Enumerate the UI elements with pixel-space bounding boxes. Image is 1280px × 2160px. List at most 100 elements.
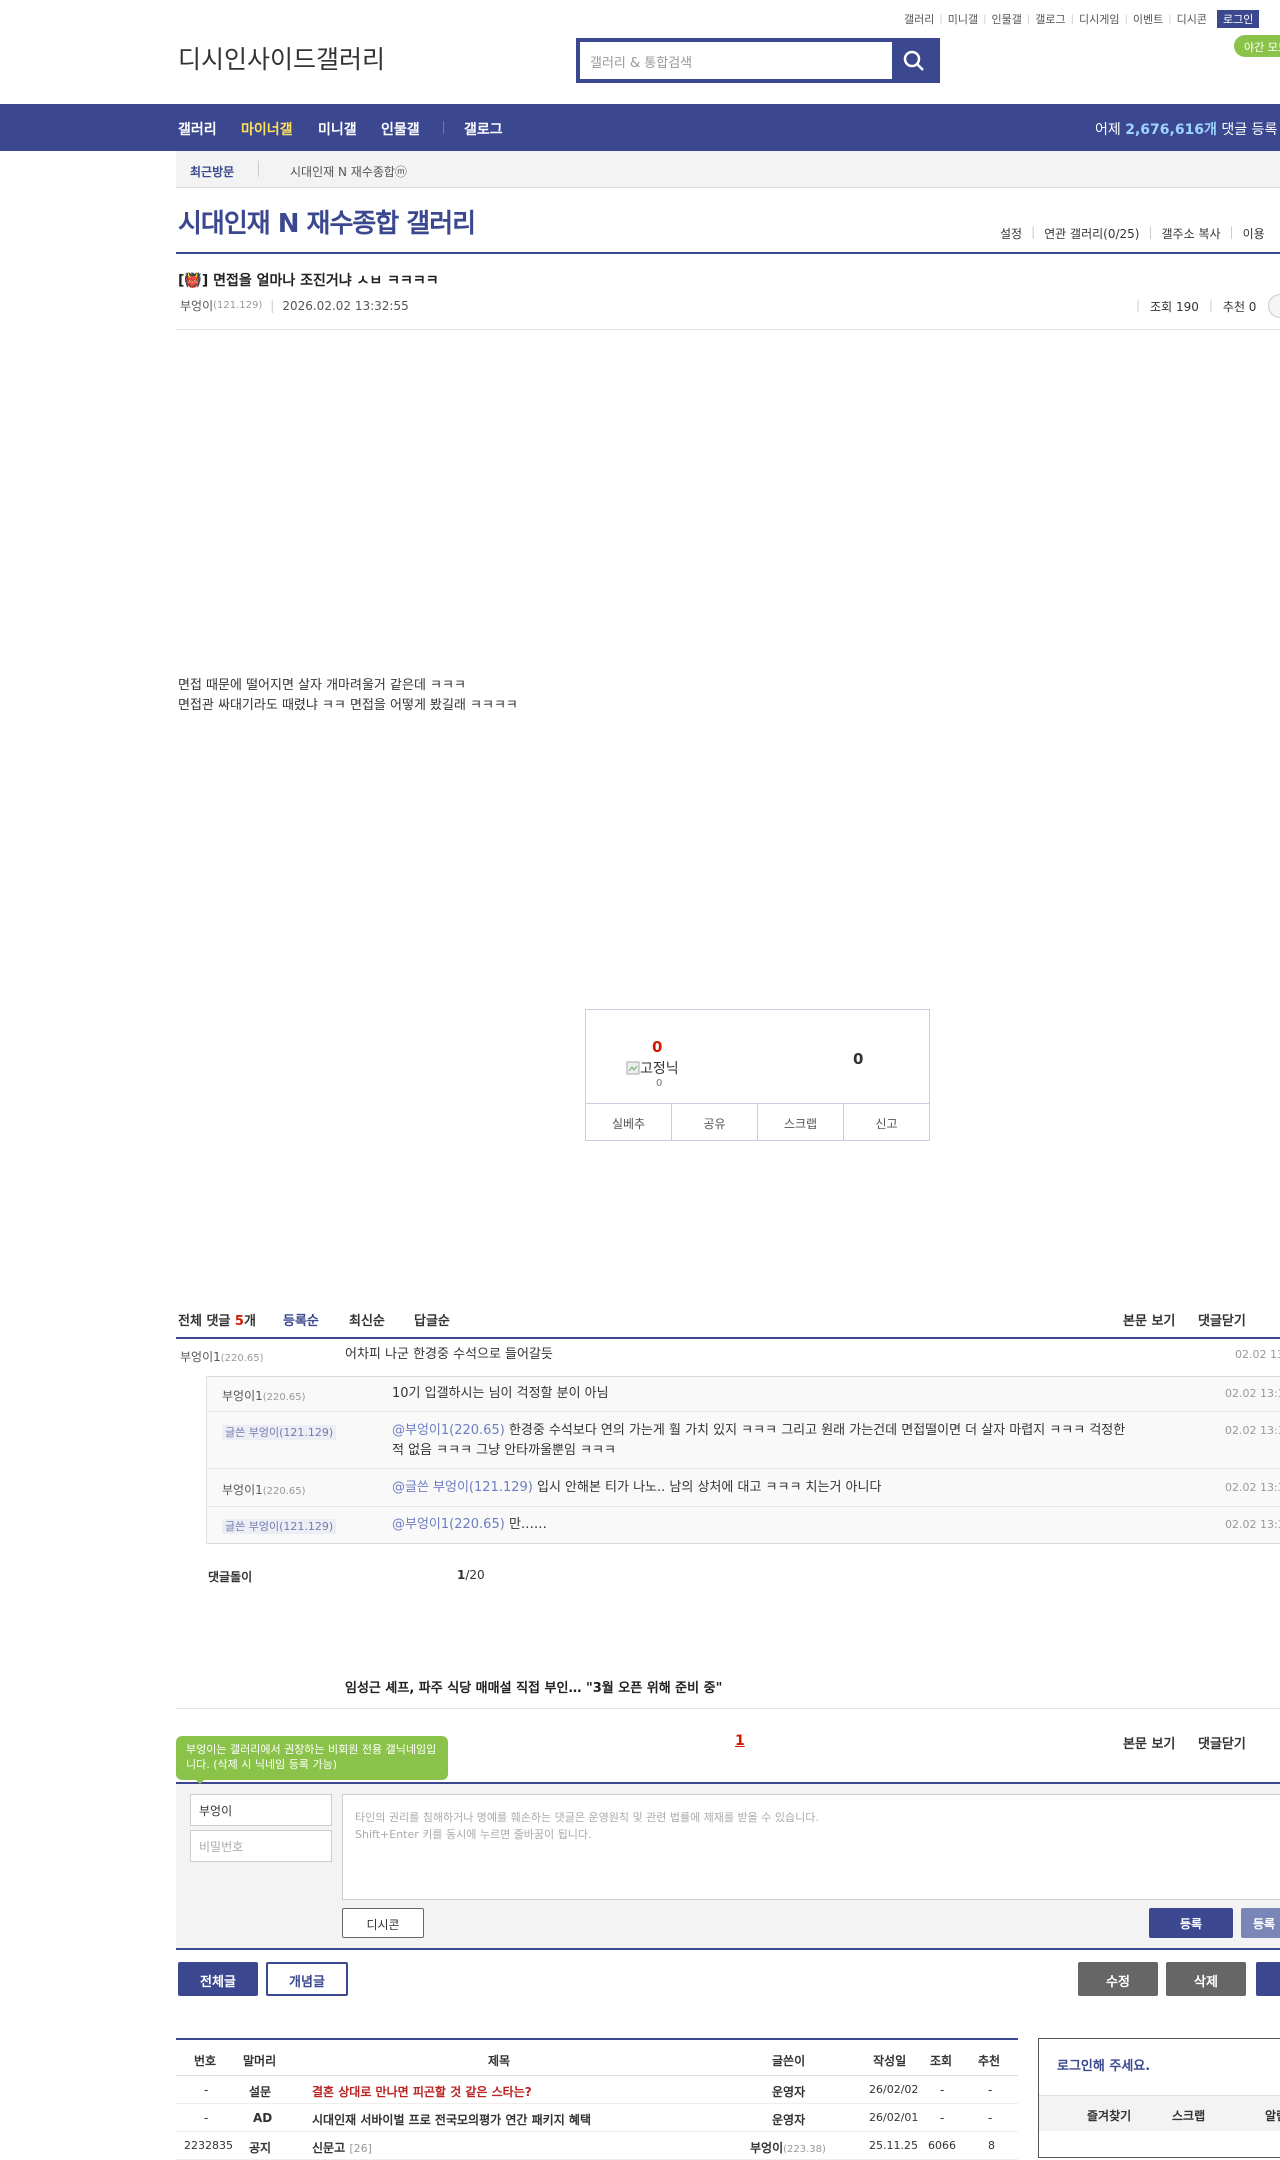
util-link-event[interactable]: 이벤트 [1133, 11, 1163, 27]
related-galleries[interactable]: 연관 갤러리(0/25) [1044, 225, 1139, 242]
recommend-down-count[interactable]: 0 [853, 1050, 863, 1068]
row-head: 설문 [249, 2085, 272, 2099]
row-title[interactable]: 결혼 상대로 만나면 피곤할 것 같은 스타는? [312, 2083, 532, 2100]
recommend-up-count[interactable]: 0 [652, 1038, 662, 1056]
search-input[interactable]: 갤러리 & 통합검색 [590, 52, 692, 71]
close-comments-link[interactable]: 댓글닫기 [1198, 1310, 1246, 1329]
fixed-nick-recommend[interactable]: 고정닉 [626, 1058, 679, 1078]
notify-link[interactable]: 알림 [1265, 2107, 1280, 2124]
sort-latest[interactable]: 최신순 [349, 1310, 385, 1329]
reply-date: 02.02 13:3 [1225, 1424, 1280, 1437]
share-button[interactable]: 공유 [672, 1104, 758, 1141]
stat-prefix: 어제 [1095, 122, 1121, 138]
page-number-1[interactable]: 1 [735, 1733, 745, 1749]
post-list: 번호 말머리 제목 글쓴이 작성일 조회 추천 - 설문 결혼 상대로 만나면 … [176, 2038, 1018, 2160]
post-date: 2026.02.02 13:32:55 [282, 298, 409, 313]
report-button[interactable]: 신고 [844, 1104, 929, 1141]
dccon-button[interactable]: 디시콘 [342, 1908, 424, 1938]
gallery-settings[interactable]: 설정 [1000, 225, 1022, 242]
util-link-minor[interactable]: 미니갤 [948, 11, 978, 27]
reply-author-ip: (121.129) [279, 1520, 334, 1533]
search-button[interactable] [892, 42, 936, 79]
reply-author[interactable]: 부엉이1(220.65) [222, 1481, 306, 1498]
table-row[interactable]: - 설문 결혼 상대로 만나면 피곤할 것 같은 스타는? 운영자 26/02/… [176, 2076, 1018, 2104]
fixed-nick-count: 0 [656, 1078, 663, 1089]
post-author[interactable]: 부엉이 [180, 297, 213, 314]
comment-textarea[interactable]: 타인의 권리를 침해하거나 명예를 훼손하는 댓글은 운영원칙 및 관련 법률에… [342, 1794, 1280, 1900]
row-title[interactable]: 신문고 [26] [312, 2139, 372, 2156]
row-no: - [204, 2083, 209, 2097]
name-input[interactable]: 부엉이 [190, 1794, 332, 1826]
sort-register[interactable]: 등록순 [283, 1310, 319, 1329]
recent-gallery-link[interactable]: 시대인재 N 재수종합ⓜ [290, 163, 407, 180]
news-headline[interactable]: 임성근 셰프, 파주 식당 매매설 직접 부인… "3월 오픈 위해 준비 중" [345, 1677, 722, 1696]
recent-visits: 최근방문 시대인재 N 재수종합ⓜ [176, 151, 1280, 188]
scrap-link[interactable]: 스크랩 [1172, 2107, 1205, 2124]
reply-author[interactable]: 부엉이1(220.65) [222, 1387, 306, 1404]
favorites-link[interactable]: 즐겨찾기 [1087, 2107, 1131, 2124]
copy-address[interactable]: 갤주소 복사 [1162, 225, 1221, 242]
gallery-usage[interactable]: 이용 [1243, 225, 1265, 242]
col-views: 조회 [930, 2054, 953, 2068]
row-views: - [940, 2083, 945, 2097]
nav-gallog[interactable]: 갤로그 [464, 119, 503, 139]
concept-posts-button[interactable]: 개념글 [266, 1962, 348, 1996]
reply-mention[interactable]: @부엉이1(220.65) [392, 1423, 505, 1438]
login-button[interactable]: 로그인 [1216, 10, 1260, 28]
sort-reply[interactable]: 답글순 [414, 1310, 450, 1329]
comment-author-ip: (220.65) [220, 1353, 264, 1364]
reply-author[interactable]: 글쓴 부엉이(121.129) [222, 1518, 337, 1534]
post-stats: | 조회 190 | 추천 0 [1136, 298, 1257, 314]
all-posts-button[interactable]: 전체글 [178, 1962, 258, 1996]
night-mode-toggle[interactable]: 야간 모드 [1234, 35, 1280, 57]
util-link-gallog[interactable]: 갤로그 [1035, 11, 1065, 27]
post-body-line: 면접관 싸대기라도 때렸냐 ㅋㅋ 면접을 어떻게 봤길래 ㅋㅋㅋㅋ [178, 698, 518, 713]
row-date: 26/02/01 [869, 2111, 919, 2124]
reply-mention[interactable]: @글쓴 부엉이(121.129) [392, 1480, 533, 1495]
reply-divider [207, 1506, 1280, 1507]
password-input[interactable]: 비밀번호 [190, 1830, 332, 1862]
row-title[interactable]: 시대인재 서바이벌 프로 전국모의평가 연간 패키지 혜택 [312, 2111, 591, 2128]
nav-gallery[interactable]: 갤러리 [178, 119, 217, 139]
submit-recommend-button[interactable]: 등록 [1241, 1908, 1280, 1938]
comment-total-label: 전체 댓글 [178, 1314, 231, 1329]
reply-author-name: 글쓴 부엉이 [225, 1520, 280, 1533]
broken-image-icon [626, 1061, 640, 1075]
reply-author-ip: (220.65) [262, 1486, 306, 1497]
table-row[interactable]: - AD 시대인재 서바이벌 프로 전국모의평가 연간 패키지 혜택 운영자 2… [176, 2104, 1018, 2132]
nav-divider [443, 121, 444, 134]
reply-mention[interactable]: @부엉이1(220.65) [392, 1517, 505, 1532]
table-row[interactable]: 2232835 공지 신문고 [26] 부엉이(223.38) 25.11.25… [176, 2132, 1018, 2160]
row-head: 공지 [249, 2141, 272, 2155]
silbe-button[interactable]: 실베추 [586, 1104, 672, 1141]
view-body-link[interactable]: 본문 보기 [1123, 1310, 1175, 1329]
reply-author[interactable]: 글쓴 부엉이(121.129) [222, 1424, 337, 1440]
submit-comment-button[interactable]: 등록 [1149, 1908, 1233, 1938]
close-comments-link[interactable]: 댓글닫기 [1198, 1733, 1246, 1752]
edit-button[interactable]: 수정 [1078, 1962, 1158, 1996]
reply-author-name: 부엉이1 [222, 1483, 263, 1497]
nav-minor[interactable]: 마이너갤 [241, 119, 293, 139]
nav-mini[interactable]: 미니갤 [318, 119, 357, 139]
post-views: 조회 190 [1150, 300, 1199, 314]
search-box[interactable]: 갤러리 & 통합검색 [576, 38, 940, 83]
view-body-link[interactable]: 본문 보기 [1123, 1733, 1175, 1752]
reply-text: @부엉이1(220.65) 만…… [392, 1515, 547, 1535]
row-no: 2232835 [184, 2139, 233, 2152]
nav-person[interactable]: 인물갤 [381, 119, 420, 139]
login-prompt[interactable]: 로그인해 주세요. [1057, 2055, 1150, 2074]
row-rec: - [988, 2083, 993, 2097]
util-link-person[interactable]: 인물갤 [992, 11, 1022, 27]
row-views: - [940, 2111, 945, 2125]
scrap-button[interactable]: 스크랩 [758, 1104, 844, 1141]
post-more-button[interactable] [1268, 294, 1280, 318]
write-button[interactable] [1256, 1962, 1280, 1996]
delete-button[interactable]: 삭제 [1166, 1962, 1246, 1996]
util-link-gallery[interactable]: 갤러리 [904, 11, 934, 27]
reply-divider [207, 1468, 1280, 1469]
gallery-title[interactable]: 시대인재 N 재수종합 갤러리 [178, 203, 476, 240]
site-logo[interactable]: 디시인사이드갤러리 [178, 40, 385, 76]
comment-author[interactable]: 부엉이1(220.65) [180, 1348, 264, 1365]
util-link-game[interactable]: 디시게임 [1079, 11, 1119, 27]
util-link-dccon[interactable]: 디시콘 [1177, 11, 1207, 27]
